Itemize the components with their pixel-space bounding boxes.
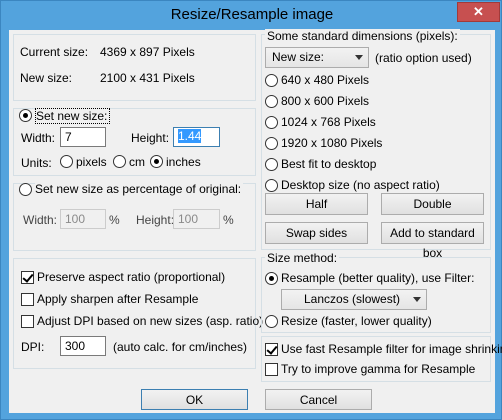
unit-pixels-radio[interactable]: [60, 155, 73, 168]
standard-size-select-value: New size:: [272, 50, 325, 64]
preserve-aspect-checkbox[interactable]: [21, 271, 34, 284]
add-to-standard-button[interactable]: Add to standard box: [381, 222, 484, 260]
chevron-down-icon: [413, 297, 421, 302]
percent-width-label: Width:: [23, 213, 58, 227]
percent-height-unit: %: [223, 213, 234, 227]
standard-size-select[interactable]: New size:: [265, 47, 369, 68]
filter-select-value: Lanczos (slowest): [304, 292, 401, 306]
height-label: Height:: [131, 131, 170, 145]
adjust-dpi-label: Adjust DPI based on new sizes (asp. rati…: [37, 314, 264, 328]
standard-dimensions-legend: Some standard dimensions (pixels):: [265, 29, 460, 43]
dialog-title: Resize/Resample image: [170, 6, 334, 23]
new-size-label: New size:: [20, 71, 73, 85]
size-640-radio[interactable]: [265, 74, 278, 87]
filter-select[interactable]: Lanczos (slowest): [281, 289, 427, 310]
size-1024-label: 1024 x 768 Pixels: [281, 115, 376, 129]
unit-inches-label: inches: [166, 155, 201, 169]
size-640-label: 640 x 480 Pixels: [281, 73, 370, 87]
sharpen-label: Apply sharpen after Resample: [37, 292, 199, 306]
desktop-size-label: Desktop size (no aspect ratio): [281, 178, 440, 192]
gamma-label: Try to improve gamma for Resample: [281, 362, 476, 376]
preserve-aspect-label: Preserve aspect ratio (proportional): [37, 270, 226, 284]
resample-label: Resample (better quality), use Filter:: [281, 271, 475, 285]
dialog-body: Current size: 4369 x 897 Pixels New size…: [9, 29, 502, 413]
width-label: Width:: [21, 131, 56, 145]
unit-pixels-label: pixels: [76, 155, 107, 169]
percent-width-input[interactable]: [60, 209, 106, 229]
resize-radio[interactable]: [265, 315, 278, 328]
dpi-label: DPI:: [21, 340, 45, 354]
unit-inches-radio[interactable]: [150, 155, 163, 168]
current-size-label: Current size:: [20, 45, 89, 59]
fast-resample-label: Use fast Resample filter for image shrin…: [281, 342, 502, 356]
percent-label: Set new size as percentage of original:: [35, 182, 244, 196]
set-new-size-radio[interactable]: [19, 109, 32, 122]
desktop-size-radio[interactable]: [265, 179, 278, 192]
size-800-label: 800 x 600 Pixels: [281, 94, 370, 108]
gamma-checkbox[interactable]: [265, 363, 278, 376]
new-size-value: 2100 x 431 Pixels: [100, 71, 195, 85]
resample-radio[interactable]: [265, 272, 278, 285]
half-button[interactable]: Half: [265, 193, 368, 215]
percent-width-unit: %: [109, 213, 120, 227]
best-fit-label: Best fit to desktop: [281, 157, 377, 171]
height-input[interactable]: 1.44: [173, 127, 220, 147]
unit-cm-radio[interactable]: [113, 155, 126, 168]
ratio-note: (ratio option used): [375, 51, 472, 65]
title-bar[interactable]: Resize/Resample image ✕: [1, 1, 502, 29]
size-1920-radio[interactable]: [265, 137, 278, 150]
chevron-down-icon: [355, 55, 363, 60]
units-label: Units:: [21, 156, 52, 170]
percent-radio[interactable]: [19, 183, 32, 196]
set-new-size-label: Set new size:: [35, 108, 111, 124]
fast-resample-checkbox[interactable]: [265, 343, 278, 356]
percent-height-input[interactable]: [173, 209, 220, 229]
cancel-button[interactable]: Cancel: [265, 389, 372, 410]
adjust-dpi-checkbox[interactable]: [21, 315, 34, 328]
size-method-legend: Size method:: [265, 251, 340, 265]
dpi-note: (auto calc. for cm/inches): [113, 340, 248, 354]
unit-cm-label: cm: [129, 155, 145, 169]
size-1920-label: 1920 x 1080 Pixels: [281, 136, 383, 150]
double-button[interactable]: Double: [381, 193, 484, 215]
ok-button[interactable]: OK: [141, 389, 248, 410]
height-input-value: 1.44: [178, 129, 202, 143]
size-800-radio[interactable]: [265, 95, 278, 108]
width-input[interactable]: [60, 127, 106, 147]
swap-sides-button[interactable]: Swap sides: [265, 222, 368, 244]
current-size-value: 4369 x 897 Pixels: [100, 45, 195, 59]
close-button[interactable]: ✕: [457, 2, 500, 22]
resize-label: Resize (faster, lower quality): [281, 314, 432, 328]
size-1024-radio[interactable]: [265, 116, 278, 129]
sharpen-checkbox[interactable]: [21, 293, 34, 306]
dpi-input[interactable]: [60, 336, 106, 356]
percent-height-label: Height:: [136, 213, 175, 227]
best-fit-radio[interactable]: [265, 158, 278, 171]
dialog-window: Resize/Resample image ✕ Current size: 43…: [0, 0, 502, 420]
